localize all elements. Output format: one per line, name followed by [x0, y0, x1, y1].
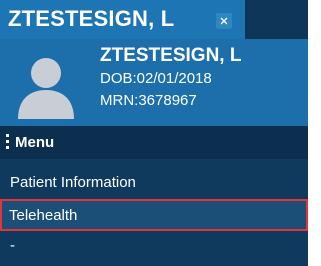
menu-item-telehealth[interactable]: Telehealth	[0, 199, 308, 231]
menu-item-separator[interactable]: -	[0, 233, 308, 264]
vertical-dots-icon	[6, 134, 9, 149]
tab-title: ZTESTESIGN, L	[8, 6, 175, 31]
tab-bar: ZTESTESIGN, L	[0, 0, 308, 39]
patient-sidebar: ZTESTESIGN, L ZTESTESIGN, L DOB:02/01/20…	[0, 0, 308, 266]
menu-item-label: Telehealth	[9, 207, 78, 224]
patient-mrn: MRN:3678967	[100, 92, 197, 109]
menu-header[interactable]: Menu	[0, 126, 308, 159]
menu-item-label: -	[10, 237, 15, 254]
close-icon[interactable]	[216, 13, 232, 29]
person-silhouette-icon	[18, 58, 74, 119]
patient-tab[interactable]: ZTESTESIGN, L	[0, 0, 245, 39]
patient-dob: DOB:02/01/2018	[100, 70, 212, 87]
menu-item-patient-information[interactable]: Patient Information	[0, 167, 308, 198]
menu-label: Menu	[15, 134, 55, 151]
patient-name: ZTESTESIGN, L	[100, 45, 242, 66]
menu-item-label: Patient Information	[10, 174, 136, 191]
